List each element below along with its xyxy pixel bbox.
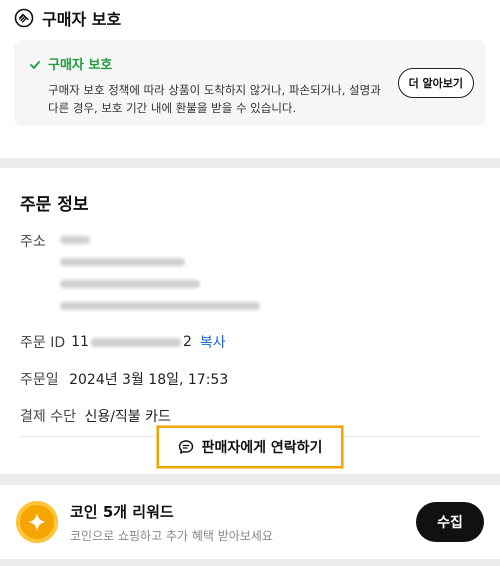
address-row: 주소	[20, 231, 480, 324]
order-id-suffix: 2	[182, 334, 192, 350]
contact-seller-button[interactable]: 판매자에게 연락하기	[157, 426, 343, 468]
order-id-label: 주문 ID	[20, 335, 66, 351]
copy-order-id-link[interactable]: 복사	[200, 332, 226, 352]
coin-sparkle-icon	[16, 501, 58, 543]
buyer-protection-box: 구매자 보호 구매자 보호 정책에 따라 상품이 도착하지 않거나, 파손되거나…	[14, 40, 486, 126]
payment-value: 신용/직불 카드	[84, 409, 171, 425]
order-date-row: 주문일 2024년 3월 18일, 17:53	[20, 369, 480, 389]
learn-more-button[interactable]: 더 알아보기	[397, 68, 474, 98]
buyer-protection-title: 구매자 보호	[42, 10, 122, 29]
address-label: 주소	[20, 234, 46, 250]
reward-subtitle: 코인으로 쇼핑하고 추가 혜택 받아보세요	[70, 528, 273, 543]
coin-reward-section: 코인 5개 리워드 코인으로 쇼핑하고 추가 혜택 받아보세요 수집	[0, 485, 500, 559]
payment-row: 결제 수단 신용/직불 카드	[20, 406, 480, 426]
protection-box-title: 구매자 보호	[48, 58, 113, 73]
order-id-row: 주문 ID 11 2 복사	[20, 332, 480, 352]
chat-bubble-icon	[178, 439, 194, 455]
order-date-value: 2024년 3월 18일, 17:53	[69, 372, 229, 388]
contact-seller-label: 판매자에게 연락하기	[201, 440, 323, 456]
order-id-prefix: 11	[71, 334, 89, 350]
protection-description: 구매자 보호 정책에 따라 상품이 도착하지 않거나, 파손되거나, 설명과 다…	[48, 83, 381, 115]
payment-label: 결제 수단	[20, 409, 76, 425]
order-info-title: 주문 정보	[20, 195, 89, 215]
reward-title: 코인 5개 리워드	[70, 502, 174, 521]
order-date-label: 주문일	[20, 372, 59, 388]
buyer-protection-section: 구매자 보호 구매자 보호 구매자 보호 정책에 따라 상품이 도착하지 않거나…	[0, 0, 500, 158]
order-id-redacted	[90, 337, 181, 347]
address-value-redacted	[60, 231, 260, 324]
buyer-protection-header: 구매자 보호	[14, 0, 486, 36]
reward-text: 코인 5개 리워드 코인으로 쇼핑하고 추가 혜택 받아보세요	[70, 501, 404, 544]
order-info-section: 주문 정보 주소 주문 ID 11 2 복사 주문일 2024년 3월 18일,…	[0, 168, 500, 474]
collect-button[interactable]: 수집	[416, 502, 484, 542]
hand-shield-icon	[14, 8, 34, 28]
check-icon	[30, 59, 40, 69]
